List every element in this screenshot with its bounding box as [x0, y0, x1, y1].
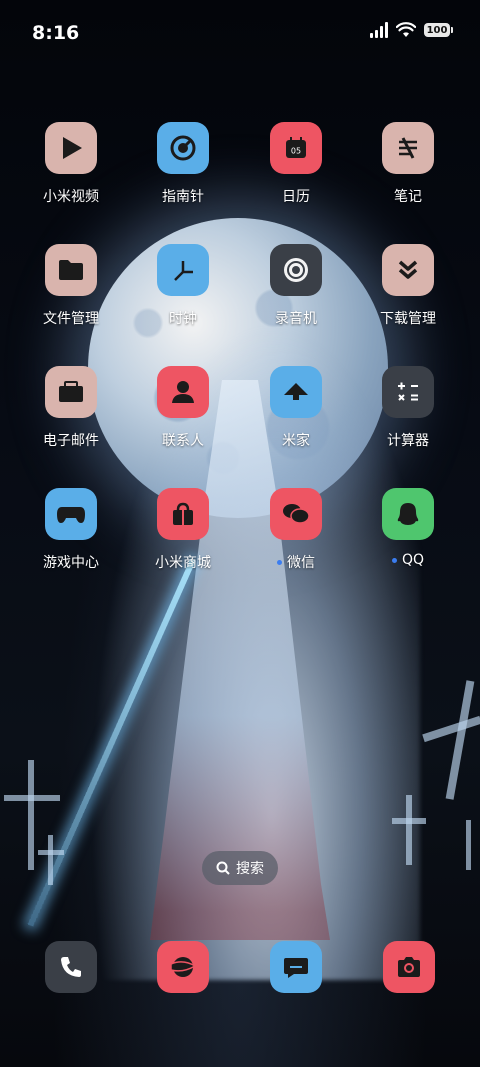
grave-cross	[48, 835, 53, 885]
notes-icon	[399, 137, 417, 159]
app-label: 游戏中心	[43, 555, 99, 571]
app-icon-tile[interactable]	[270, 488, 322, 540]
app-icon-tile[interactable]	[157, 244, 209, 296]
grave-cross	[392, 818, 426, 824]
search-label: 搜索	[236, 861, 264, 877]
app-calculator[interactable]: 计算器	[353, 366, 463, 450]
dock-browser[interactable]	[157, 941, 209, 993]
dock-phone[interactable]	[45, 941, 97, 993]
dock-messages[interactable]	[270, 941, 322, 993]
calculator-icon	[398, 382, 418, 401]
app-calendar[interactable]: 05 日历	[241, 122, 351, 206]
shop-icon	[173, 502, 193, 525]
calendar-icon: 05	[286, 137, 306, 158]
contacts-icon	[172, 381, 194, 403]
app-label: 指南针	[162, 189, 204, 205]
gamepad-icon	[57, 507, 85, 523]
app-icon-tile[interactable]	[157, 122, 209, 174]
qq-icon	[397, 503, 419, 525]
app-label: 时钟	[169, 311, 197, 327]
app-label: 下载管理	[380, 311, 436, 327]
grave-cross	[28, 760, 34, 870]
status-time: 8:16	[32, 22, 80, 44]
app-label: 录音机	[275, 311, 317, 327]
app-icon-tile[interactable]	[382, 366, 434, 418]
app-game-center[interactable]: 游戏中心	[16, 488, 126, 572]
app-notes[interactable]: 笔记	[353, 122, 463, 206]
app-label: 笔记	[394, 189, 422, 205]
app-icon-tile[interactable]	[382, 244, 434, 296]
calendar-day: 05	[291, 147, 301, 156]
app-email[interactable]: 电子邮件	[16, 366, 126, 450]
app-clock[interactable]: 时钟	[128, 244, 238, 328]
new-indicator-dot	[391, 557, 397, 563]
grave-cross	[4, 795, 60, 801]
app-label: 米家	[282, 433, 310, 449]
app-mi-store[interactable]: 小米商城	[128, 488, 238, 572]
recorder-icon	[284, 258, 308, 282]
play-icon	[63, 137, 82, 159]
search-button[interactable]: 搜索	[202, 851, 278, 885]
new-indicator-dot	[277, 559, 282, 565]
app-icon-tile[interactable]	[270, 366, 322, 418]
app-icon-tile[interactable]	[45, 488, 97, 540]
app-xiaomi-video[interactable]: 小米视频	[16, 122, 126, 206]
browser-icon	[170, 957, 197, 977]
battery-indicator: 100	[424, 23, 453, 37]
app-label: 文件管理	[43, 311, 99, 327]
app-label: 微信	[277, 552, 315, 572]
search-icon	[216, 861, 230, 875]
app-label: QQ	[391, 552, 424, 568]
grave-cross	[466, 820, 471, 870]
app-recorder[interactable]: 录音机	[241, 244, 351, 328]
app-icon-tile[interactable]	[45, 122, 97, 174]
folder-icon	[59, 260, 83, 280]
app-label: 日历	[282, 189, 310, 205]
wifi-icon	[396, 22, 416, 37]
grave-cross	[38, 850, 64, 855]
status-icons: 100	[370, 22, 453, 38]
app-icon-tile[interactable]	[45, 244, 97, 296]
home-icon	[284, 383, 308, 400]
app-compass[interactable]: 指南针	[128, 122, 238, 206]
app-icon-tile[interactable]	[157, 488, 209, 540]
app-icon-tile[interactable]	[157, 366, 209, 418]
app-mi-home[interactable]: 米家	[241, 366, 351, 450]
app-icon-tile[interactable]	[270, 244, 322, 296]
grave-cross	[406, 795, 412, 865]
compass-icon	[170, 135, 196, 161]
app-icon-tile[interactable]	[382, 122, 434, 174]
app-icon-tile[interactable]	[382, 488, 434, 540]
app-contacts[interactable]: 联系人	[128, 366, 238, 450]
app-label: 计算器	[387, 433, 429, 449]
app-download-manager[interactable]: 下载管理	[353, 244, 463, 328]
app-icon-tile[interactable]	[45, 366, 97, 418]
app-file-manager[interactable]: 文件管理	[16, 244, 126, 328]
app-label: 小米视频	[43, 189, 99, 205]
download-icon	[398, 260, 418, 279]
wechat-icon	[283, 504, 310, 524]
app-label: 电子邮件	[43, 433, 99, 449]
signal-icon	[370, 22, 388, 38]
message-icon	[284, 958, 308, 978]
app-label: 小米商城	[155, 555, 211, 571]
mail-icon	[59, 381, 83, 402]
clock-icon	[174, 261, 193, 281]
phone-icon	[61, 957, 81, 977]
dock-camera[interactable]	[383, 941, 435, 993]
app-label: 联系人	[162, 433, 204, 449]
camera-icon	[398, 957, 420, 977]
grave-cross	[422, 715, 480, 743]
grave-cross	[445, 680, 475, 800]
app-wechat[interactable]: 微信	[241, 488, 351, 572]
app-icon-tile[interactable]: 05	[270, 122, 322, 174]
app-qq[interactable]: QQ	[353, 488, 463, 568]
status-bar: 8:16 100	[0, 0, 480, 64]
